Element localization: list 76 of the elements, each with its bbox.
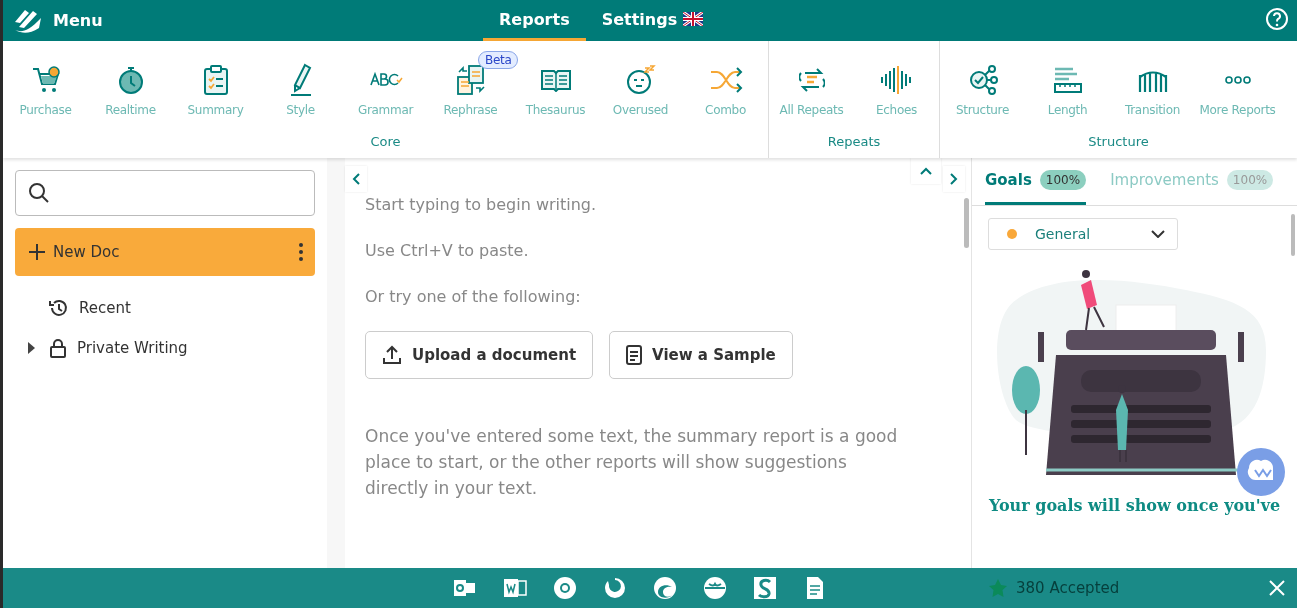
report-button[interactable]: Style	[258, 55, 343, 117]
report-button[interactable]: Transition	[1110, 55, 1195, 117]
more-icon	[1224, 75, 1251, 85]
action-button[interactable]: View a Sample	[609, 331, 793, 379]
empty-state-message: Your goals will show once you've	[987, 496, 1282, 515]
alphabet-icon	[368, 71, 403, 89]
repeat-arrows-icon	[798, 66, 825, 94]
hint-text: Or try one of the following:	[365, 287, 582, 307]
document-icon	[626, 345, 643, 365]
swirl-icon[interactable]	[603, 576, 627, 600]
nodes-icon	[967, 65, 998, 95]
report-button[interactable]: Overused	[598, 55, 683, 117]
report-button[interactable]: More Reports	[1195, 55, 1280, 117]
group-label: Structure	[1088, 134, 1149, 151]
percent-badge: 100%	[1226, 170, 1274, 190]
report-button[interactable]: Purchase	[3, 55, 88, 117]
history-icon	[49, 298, 69, 318]
menu-label[interactable]: Menu	[53, 11, 103, 30]
sound-wave-icon	[879, 65, 914, 95]
search-field[interactable]	[15, 170, 315, 216]
logo-icon[interactable]	[13, 7, 43, 34]
report-button[interactable]: Structure	[940, 55, 1025, 117]
s-logo-icon[interactable]	[753, 576, 777, 600]
collapse-up-button[interactable]	[911, 158, 941, 184]
caret-right-icon[interactable]	[27, 342, 37, 354]
chevron-up-icon	[920, 167, 932, 175]
flag-icon	[683, 12, 704, 26]
info-text: Once you've entered some text, the summary report is a good place to start, or the other reports will show suggestions directly in your text.	[365, 425, 899, 500]
hint-text: Use Ctrl+V to paste.	[365, 241, 530, 261]
report-button[interactable]: Echoes	[854, 55, 939, 117]
beta-badge: Beta	[478, 51, 519, 69]
dropdown-value: General	[1035, 226, 1091, 242]
panel-tab[interactable]: Goals 100%	[985, 158, 1087, 205]
wave-circle-icon[interactable]	[653, 576, 677, 600]
clipboard-icon	[202, 64, 229, 96]
help-icon[interactable]	[1265, 6, 1289, 31]
report-button[interactable]: Length	[1025, 55, 1110, 117]
upload-icon	[382, 345, 402, 365]
more-vertical-icon[interactable]	[299, 243, 303, 261]
hint-text: Start typing to begin writing.	[365, 195, 598, 215]
sleepy-face-icon	[625, 65, 656, 95]
star-icon	[988, 578, 1008, 598]
report-button[interactable]: Realtime	[88, 55, 173, 117]
nav-tab[interactable]: Settings	[585, 0, 720, 41]
pencil-icon	[288, 63, 313, 97]
book-icon	[539, 68, 572, 92]
chat-bubble-icon[interactable]	[1237, 448, 1285, 496]
stopwatch-icon	[116, 65, 145, 95]
group-label: Core	[370, 134, 401, 151]
shuffle-icon	[708, 67, 743, 93]
chevron-right-icon	[950, 173, 958, 185]
new-doc-button[interactable]: New Doc	[15, 228, 315, 276]
report-button[interactable]: Combo	[683, 55, 768, 117]
scrollbar[interactable]	[964, 198, 969, 248]
search-icon	[28, 182, 50, 204]
report-button[interactable]: Grammar	[343, 55, 428, 117]
tree-item[interactable]: Private Writing	[15, 338, 315, 358]
action-button[interactable]: Upload a document	[365, 331, 594, 379]
group-label: Repeats	[827, 134, 881, 151]
close-icon[interactable]	[1269, 580, 1285, 596]
lock-icon	[49, 338, 67, 358]
caret-icon	[1151, 230, 1165, 238]
panel-tab[interactable]: Improvements 100%	[1110, 158, 1274, 205]
percent-badge: 100%	[1039, 170, 1087, 190]
report-button[interactable]: Summary	[173, 55, 258, 117]
goal-dropdown[interactable]: General	[988, 218, 1178, 250]
tree-item[interactable]: Recent	[15, 298, 315, 318]
scrollbar[interactable]	[1291, 214, 1295, 256]
report-button[interactable]: All Repeats	[769, 55, 854, 117]
collapse-right-button[interactable]	[943, 166, 965, 192]
word-doc-icon[interactable]	[503, 576, 527, 600]
accepted-count[interactable]: 380 Accepted	[1016, 579, 1120, 597]
plus-icon	[29, 244, 45, 260]
collapse-left-button[interactable]	[345, 166, 367, 192]
chevron-left-icon	[352, 173, 360, 185]
ruler-bars-icon	[1052, 66, 1083, 94]
